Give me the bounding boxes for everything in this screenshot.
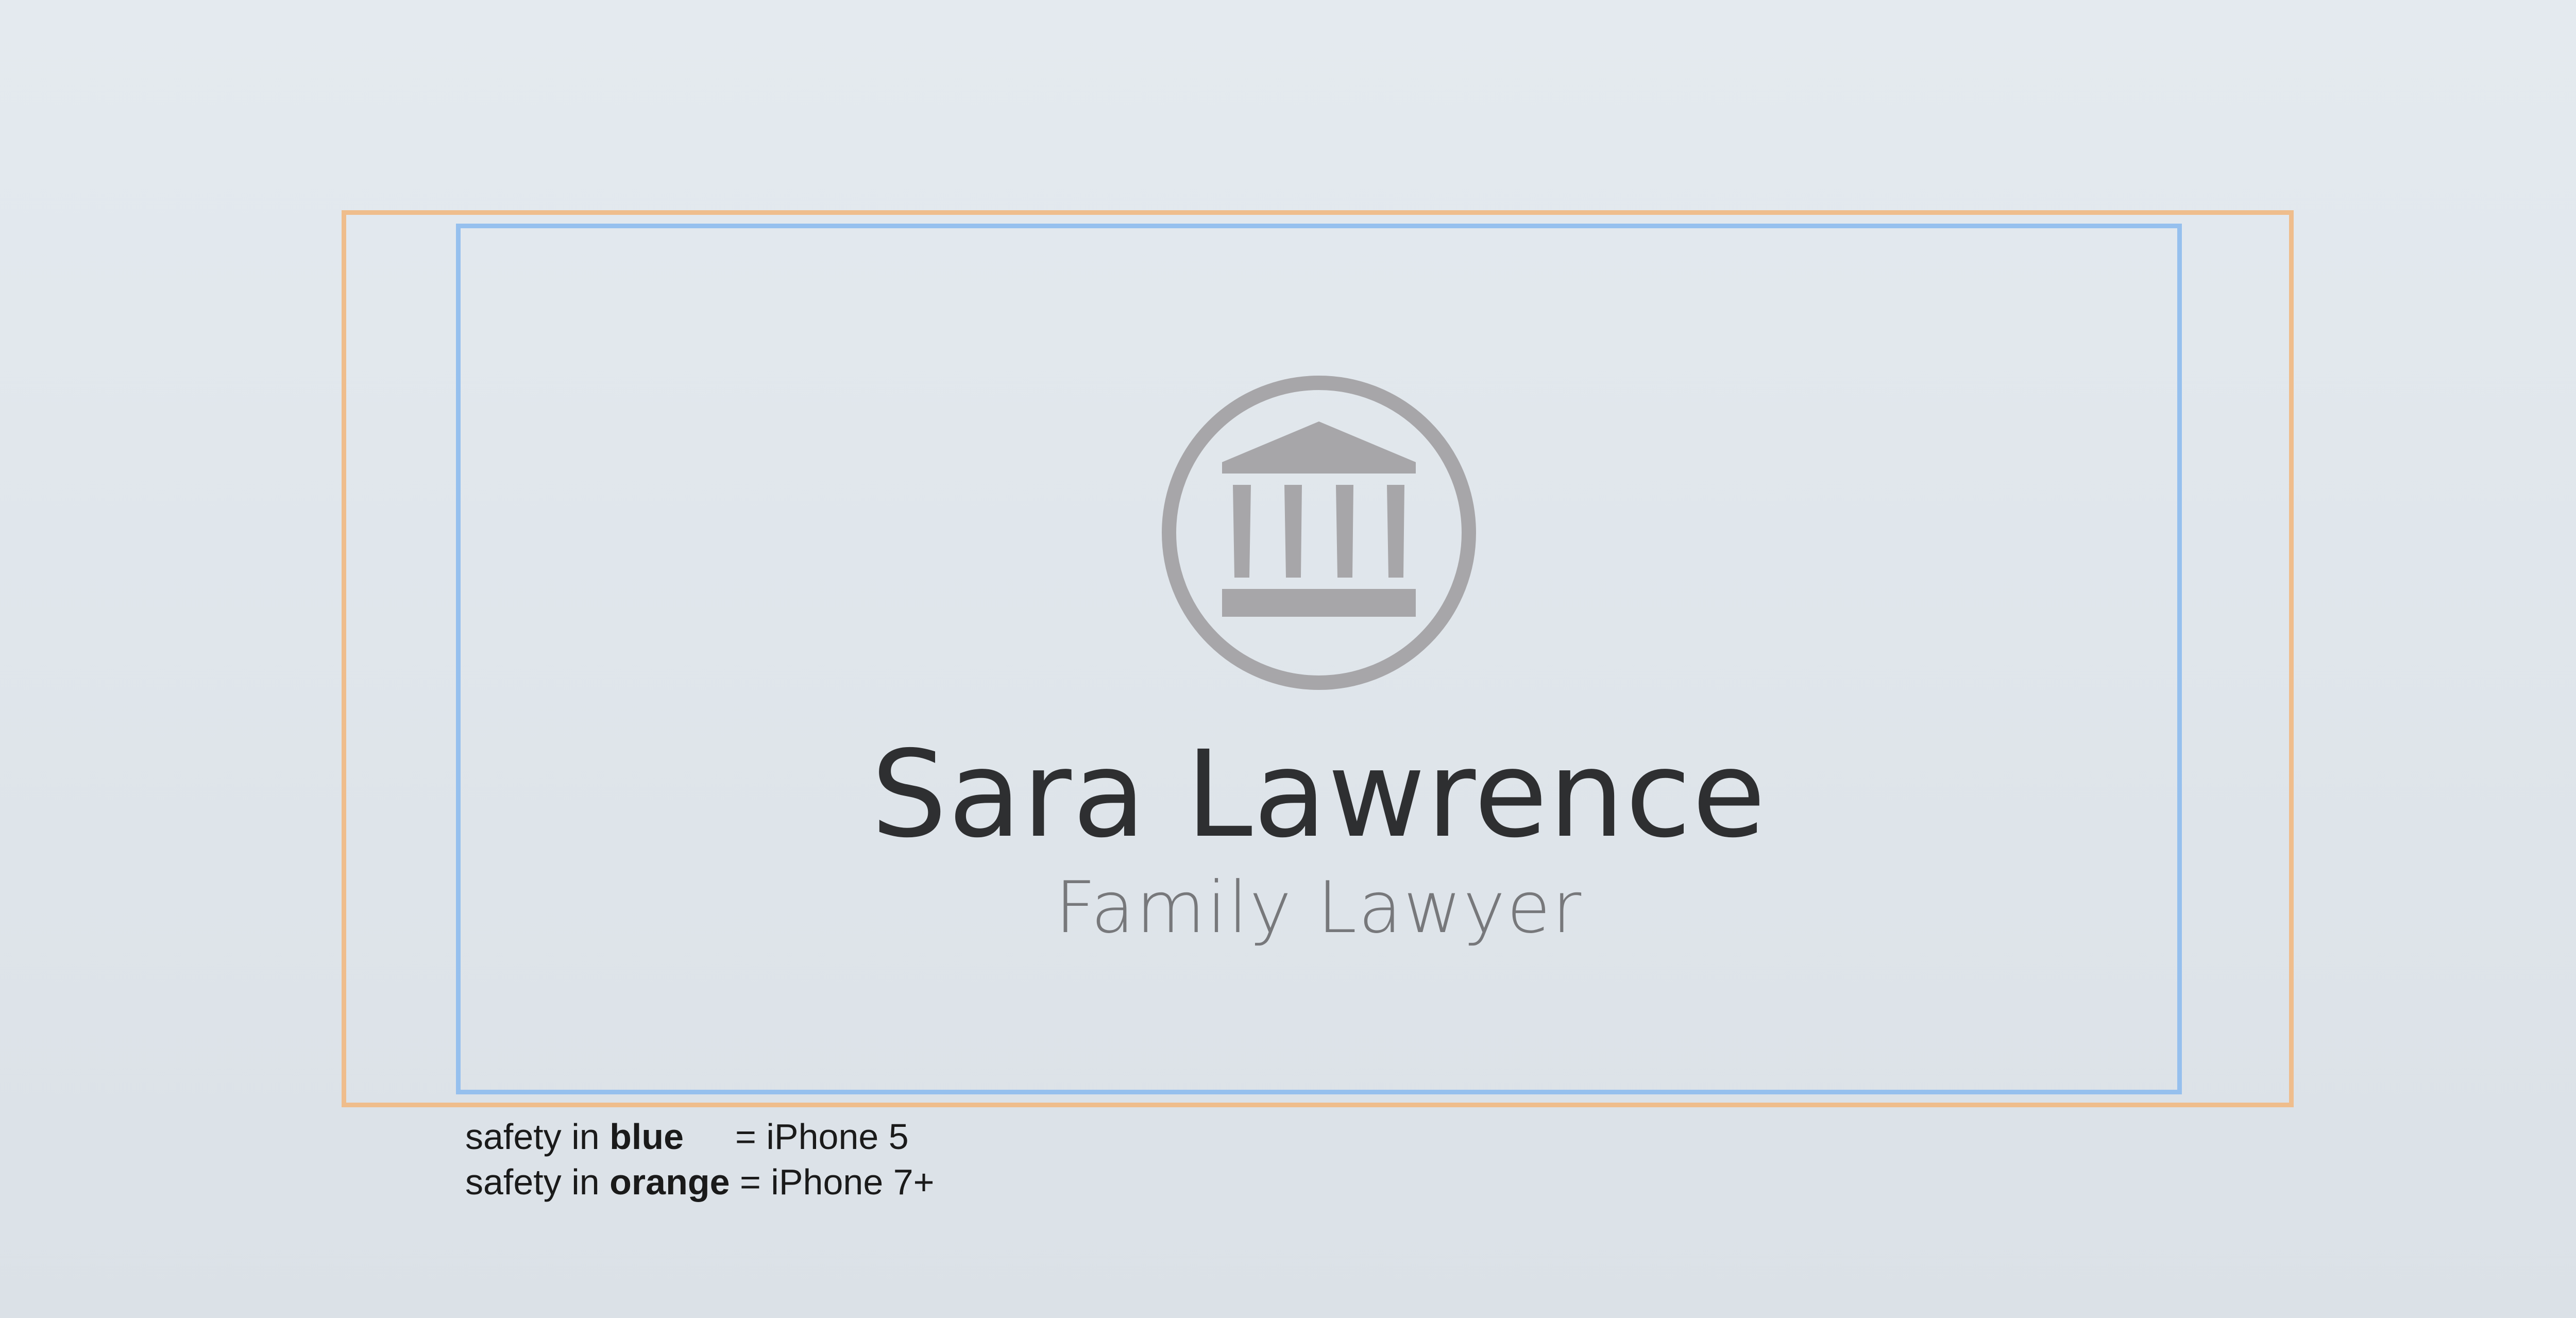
courthouse-icon xyxy=(1162,376,1476,690)
legend-keyword-blue: blue xyxy=(609,1117,684,1157)
job-title: Family Lawyer xyxy=(1055,866,1583,949)
person-name: Sara Lawrence xyxy=(871,725,1767,864)
safety-legend: safety in blue = iPhone 5 safety in orang… xyxy=(465,1114,935,1205)
legend-line-orange: safety in orange = iPhone 7+ xyxy=(465,1159,935,1205)
legend-prefix: safety in xyxy=(465,1162,610,1202)
legend-line-blue: safety in blue = iPhone 5 xyxy=(465,1114,935,1159)
legend-suffix: = iPhone 5 xyxy=(735,1117,909,1157)
legend-prefix: safety in xyxy=(465,1117,610,1157)
legend-suffix: = iPhone 7+ xyxy=(730,1162,935,1202)
legend-keyword-orange: orange xyxy=(609,1162,730,1202)
